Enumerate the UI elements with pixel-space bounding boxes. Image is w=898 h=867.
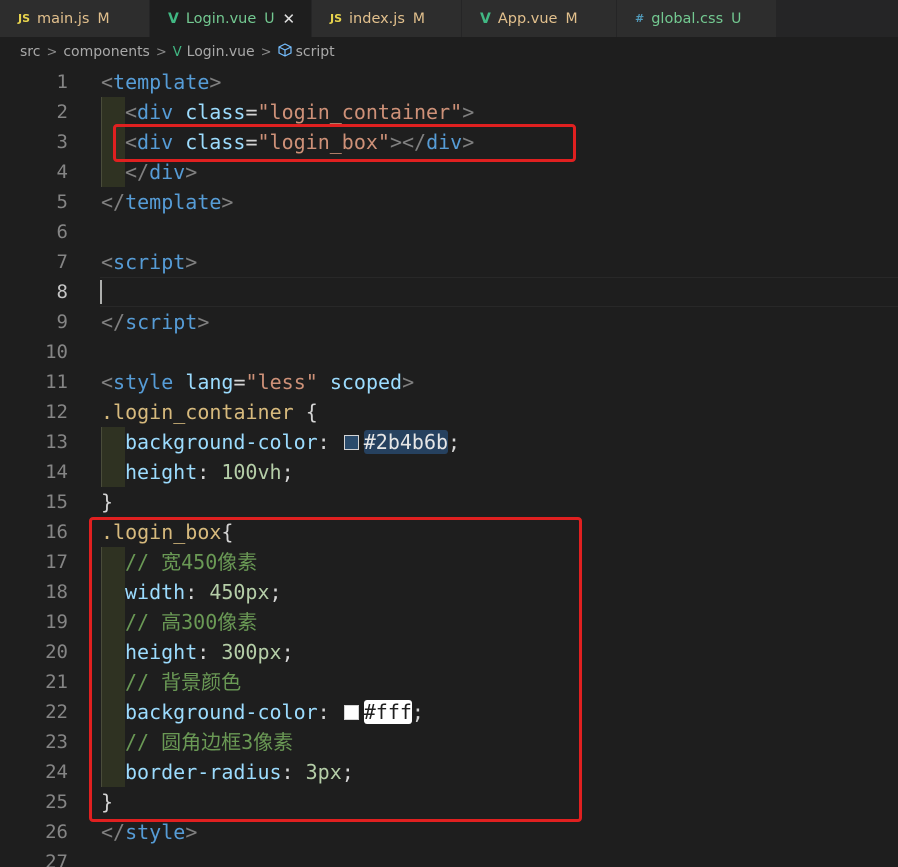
breadcrumb-item-file[interactable]: Login.vue <box>187 44 255 60</box>
tab-label: Login.vue <box>185 10 257 27</box>
git-status-badge: M <box>565 10 578 27</box>
git-status-badge: U <box>731 10 742 27</box>
current-line-highlight <box>100 277 898 307</box>
tab-label: main.js <box>37 10 90 27</box>
code-line: </template> <box>101 190 234 214</box>
tab-global-css[interactable]: # global.css U <box>617 0 777 37</box>
code-line: <div class="login_container"> <box>125 100 475 124</box>
text-cursor <box>100 280 102 304</box>
breadcrumb-item-components[interactable]: components <box>63 44 150 60</box>
tab-login-vue[interactable]: V Login.vue U ✕ <box>150 0 312 37</box>
chevron-right-icon: > <box>46 44 58 60</box>
line-number: 27 <box>45 851 68 867</box>
tab-index-js[interactable]: JS index.js M <box>312 0 462 37</box>
chevron-right-icon: > <box>260 44 272 60</box>
code-line: <template> <box>101 70 222 94</box>
tab-main-js[interactable]: JS main.js M <box>0 0 150 37</box>
tab-label: index.js <box>349 10 405 27</box>
breadcrumb: src > components > V Login.vue > script <box>0 37 898 67</box>
color-swatch[interactable] <box>343 435 359 450</box>
color-value: #2b4b6b <box>363 430 449 454</box>
code-line: background-color: #2b4b6b; <box>125 430 461 454</box>
close-icon[interactable]: ✕ <box>283 10 296 28</box>
js-file-icon: JS <box>18 12 31 25</box>
vue-file-icon: V <box>480 10 491 27</box>
code-line: <style lang="less" scoped> <box>101 370 415 394</box>
tab-label: global.css <box>651 10 724 27</box>
git-status-badge: M <box>412 10 425 27</box>
vue-file-icon: V <box>172 44 182 60</box>
annotation-highlight-box <box>89 517 582 822</box>
tab-label: App.vue <box>497 10 558 27</box>
vue-file-icon: V <box>168 10 179 27</box>
cube-icon <box>277 43 292 61</box>
code-line: </script> <box>101 310 210 334</box>
git-status-badge: U <box>264 10 275 27</box>
line-number: 8 <box>56 281 68 303</box>
code-line: } <box>101 490 114 514</box>
line-number: 6 <box>56 221 68 243</box>
breadcrumb-item-symbol[interactable]: script <box>296 44 335 60</box>
tab-app-vue[interactable]: V App.vue M <box>462 0 617 37</box>
code-editor[interactable]: 1 2 3 4 5 6 7 8 9 10 11 12 13 14 15 16 1… <box>0 67 898 867</box>
chevron-right-icon: > <box>155 44 167 60</box>
annotation-highlight-box <box>113 124 576 162</box>
js-file-icon: JS <box>330 12 343 25</box>
line-number: 10 <box>45 341 68 363</box>
editor-tab-bar: JS main.js M V Login.vue U ✕ JS index.js… <box>0 0 898 37</box>
css-file-icon: # <box>635 12 645 25</box>
git-status-badge: M <box>97 10 110 27</box>
code-line: <script> <box>101 250 198 274</box>
code-line: height: 100vh; <box>125 460 294 484</box>
breadcrumb-item-src[interactable]: src <box>20 44 40 60</box>
code-line: .login_container { <box>101 400 318 424</box>
